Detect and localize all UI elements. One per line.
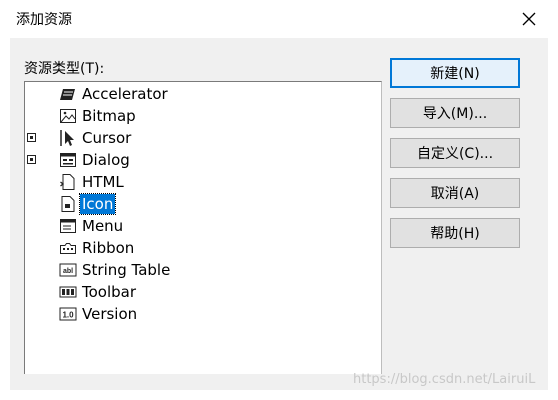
- tree-item-label: Toolbar: [82, 283, 137, 301]
- tree-item-label: Dialog: [82, 151, 130, 169]
- svg-text:abl: abl: [63, 268, 73, 275]
- dialog-title: 添加资源: [16, 12, 72, 28]
- ribbon-icon: [60, 243, 76, 254]
- tree-item-version[interactable]: 1.0 Version: [25, 303, 381, 325]
- dialog-content: 资源类型(T): Accelerator Bitmap Cursor Dialo…: [10, 38, 548, 390]
- dialog-icon: [60, 153, 76, 167]
- menu-icon: [60, 219, 76, 233]
- new-button[interactable]: 新建(N): [390, 58, 520, 88]
- tree-item-label: Version: [82, 305, 138, 323]
- tree-item-ribbon[interactable]: Ribbon: [25, 237, 381, 259]
- tree-item-string-table[interactable]: abl String Table: [25, 259, 381, 281]
- dialog-bottom-edge: [10, 390, 548, 400]
- resource-type-label: 资源类型(T):: [24, 61, 105, 77]
- title-bar: 添加资源: [0, 0, 558, 38]
- tree-item-menu[interactable]: Menu: [25, 215, 381, 237]
- tree-item-icon[interactable]: Icon: [25, 193, 381, 215]
- watermark: https://blog.csdn.net/LairuiL: [353, 372, 536, 387]
- tree-item-label: Accelerator: [82, 85, 168, 103]
- svg-text:1.0: 1.0: [62, 311, 74, 320]
- tree-item-label: Ribbon: [82, 239, 135, 257]
- tree-item-dialog[interactable]: Dialog: [25, 149, 381, 171]
- accelerator-icon: [60, 89, 75, 100]
- tree-item-html[interactable]: HTML: [25, 171, 381, 193]
- icon-file-icon: [61, 196, 75, 212]
- close-icon: [522, 12, 536, 26]
- tree-item-label: String Table: [82, 261, 171, 279]
- tree-item-label: Cursor: [82, 129, 132, 147]
- tree-item-cursor[interactable]: Cursor: [25, 127, 381, 149]
- toolbar-icon: [59, 286, 77, 298]
- bitmap-icon: [60, 109, 76, 123]
- tree-item-label: Menu: [82, 217, 124, 235]
- add-resource-dialog: 添加资源 资源类型(T): Accelerator Bitmap Cursor …: [0, 0, 558, 400]
- cursor-icon: [60, 130, 74, 146]
- cancel-button[interactable]: 取消(A): [390, 178, 520, 208]
- html-icon: [60, 174, 75, 190]
- string-table-icon: abl: [59, 263, 77, 277]
- tree-item-accelerator[interactable]: Accelerator: [25, 83, 381, 105]
- close-button[interactable]: [512, 0, 546, 38]
- tree-item-toolbar[interactable]: Toolbar: [25, 281, 381, 303]
- tree-item-label: Icon: [78, 193, 117, 215]
- expand-button[interactable]: [25, 153, 38, 166]
- version-icon: 1.0: [59, 307, 77, 321]
- resource-type-tree[interactable]: Accelerator Bitmap Cursor Dialog HTML Ic…: [24, 81, 382, 374]
- tree-item-bitmap[interactable]: Bitmap: [25, 105, 381, 127]
- help-button[interactable]: 帮助(H): [390, 218, 520, 248]
- custom-button[interactable]: 自定义(C)...: [390, 138, 520, 168]
- expand-button[interactable]: [25, 131, 38, 144]
- expand-icon: [27, 133, 36, 142]
- expand-icon: [27, 155, 36, 164]
- tree-item-label: Bitmap: [82, 107, 136, 125]
- tree-item-label: HTML: [82, 173, 124, 191]
- import-button[interactable]: 导入(M)...: [390, 98, 520, 128]
